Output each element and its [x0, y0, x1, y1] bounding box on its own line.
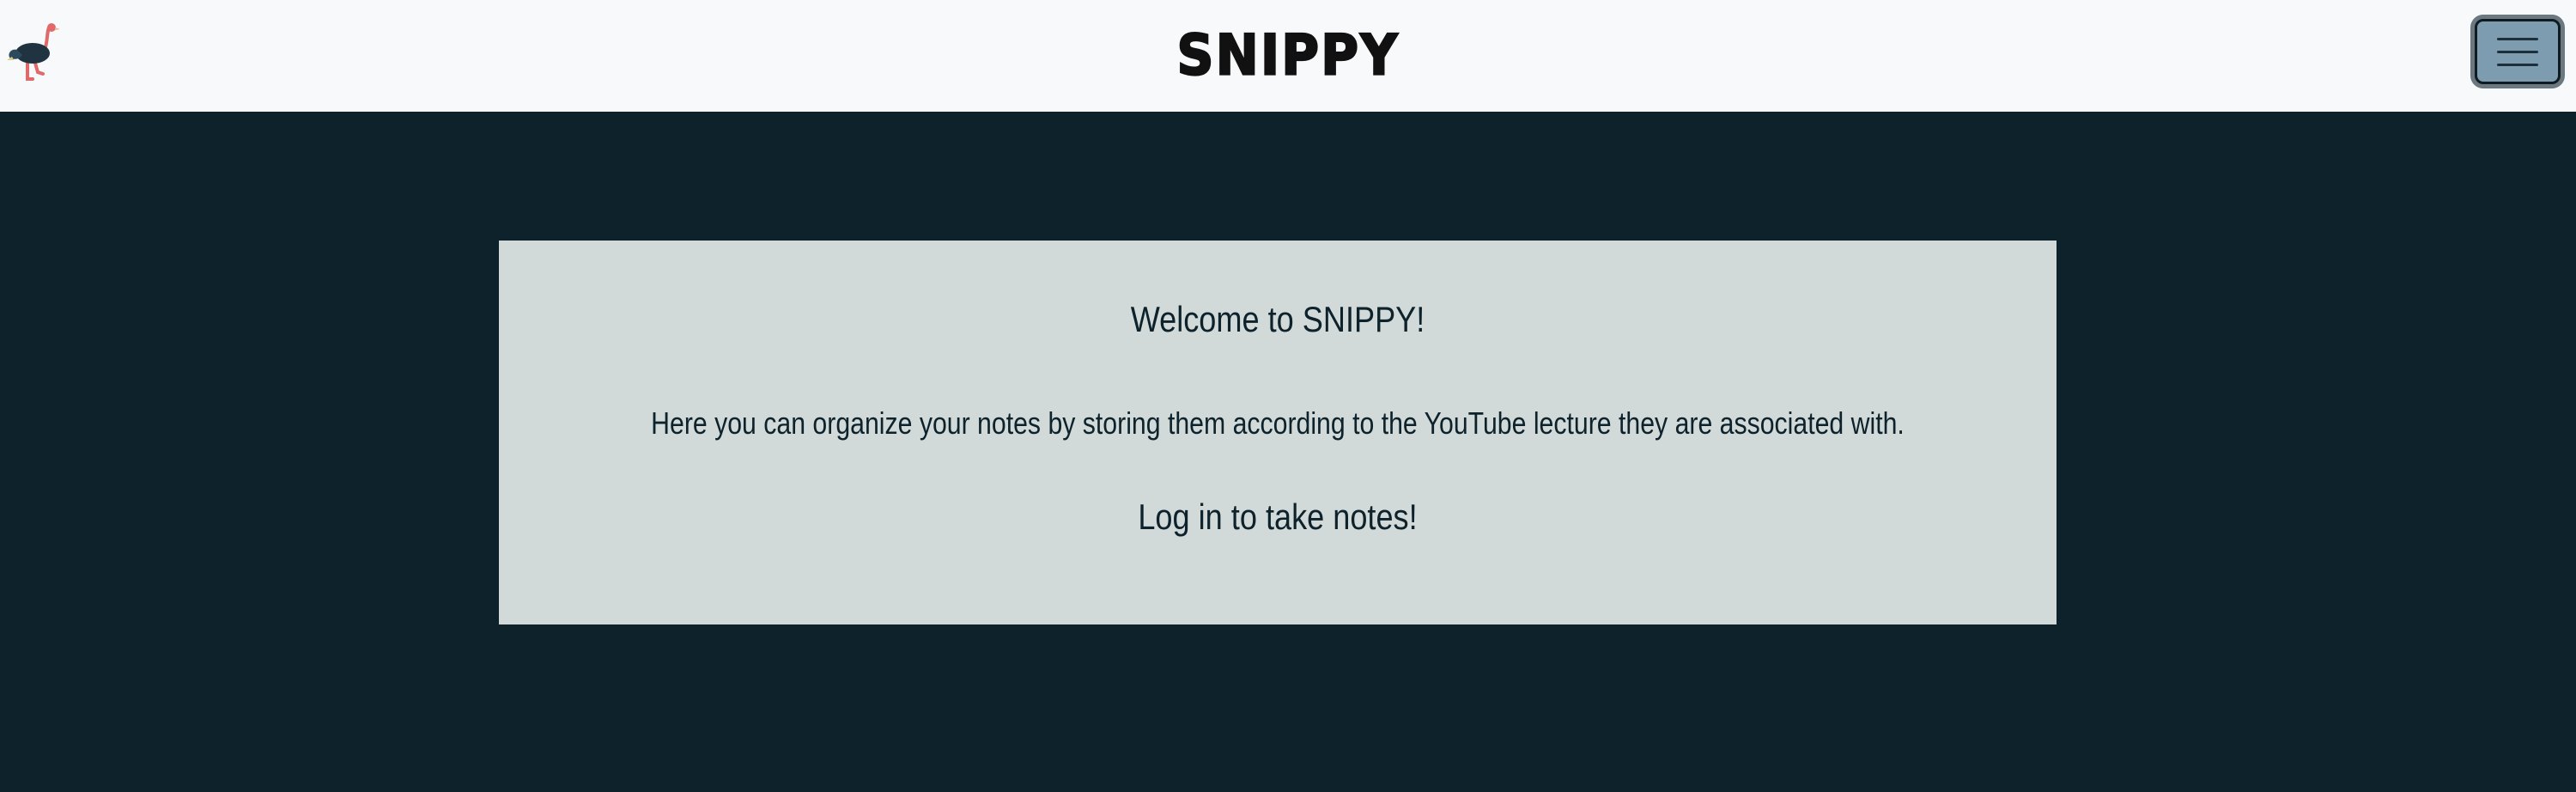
login-prompt: Log in to take notes! — [1138, 497, 1418, 537]
welcome-description: Here you can organize your notes by stor… — [651, 405, 1905, 441]
hamburger-menu-button[interactable] — [2475, 19, 2561, 84]
hamburger-menu-icon-bar — [2497, 51, 2538, 53]
welcome-card: Welcome to SNIPPY! Here you can organize… — [499, 241, 2057, 624]
ostrich-logo-icon[interactable] — [5, 22, 62, 82]
welcome-heading: Welcome to SNIPPY! — [1130, 299, 1425, 339]
navbar: SNIPPY — [0, 0, 2576, 112]
hamburger-menu-icon-bar — [2497, 64, 2538, 66]
brand-title[interactable]: SNIPPY — [0, 0, 2576, 116]
hamburger-menu-icon — [2497, 38, 2538, 40]
